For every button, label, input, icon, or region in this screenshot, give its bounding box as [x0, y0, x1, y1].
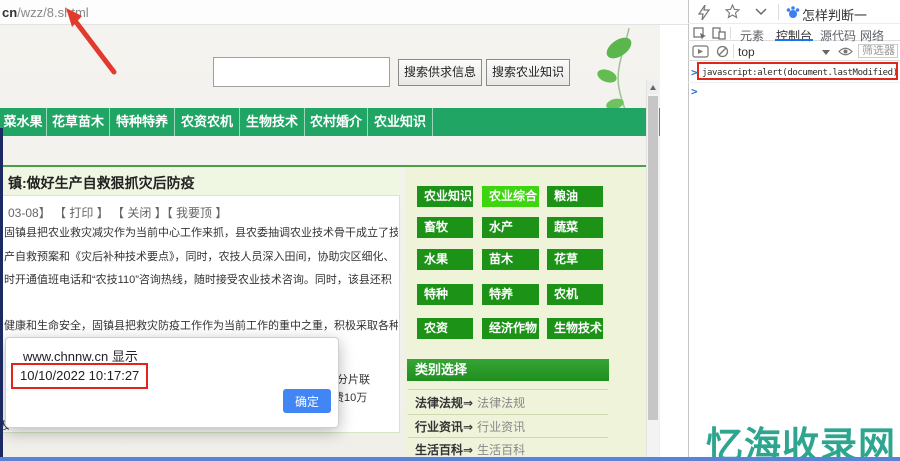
article-meta-actions[interactable]: 03-08】 【 打印 】 【 关闭 】【 我要顶 】: [8, 204, 227, 221]
cat-agri-knowledge[interactable]: 农业知识: [417, 186, 473, 207]
scrollbar-thumb[interactable]: [648, 96, 658, 420]
url-domain-part: cn: [2, 5, 18, 20]
console-input-chevron[interactable]: >: [691, 85, 698, 98]
paw-favicon-icon: [786, 6, 800, 18]
toolbar-separator: [778, 4, 779, 20]
bookmark-star-icon[interactable]: [725, 4, 740, 19]
category-label: 法律法规: [415, 396, 464, 410]
cat-special-breeding[interactable]: 特养: [482, 284, 539, 305]
alert-ok-button[interactable]: 确定: [283, 389, 331, 413]
annotation-red-arrow: [66, 8, 117, 75]
annotation-red-box-console: javascript:alert(document.lastModified): [697, 62, 898, 80]
article-title: 镇:做好生产自救狠抓灾后防疫: [8, 175, 195, 191]
lightning-icon[interactable]: [698, 5, 710, 20]
toolbar-bottom-border: [688, 60, 900, 61]
alert-message-timestamp: 10/10/2022 10:17:27: [20, 368, 140, 383]
cat-biotech[interactable]: 生物技术: [547, 318, 603, 339]
screenshot-root: cn/wzz/8.shtml 搜索供求信息 搜索农业知识 菜水果 花草苗木 特种…: [0, 0, 900, 461]
cat-fruit[interactable]: 水果: [417, 249, 473, 270]
category-select-header: 类别选择: [407, 359, 609, 381]
scrollbar-up-arrow[interactable]: [647, 81, 658, 94]
console-entry-separator: [688, 82, 900, 83]
console-command-text[interactable]: javascript:alert(document.lastModified): [702, 68, 896, 78]
inspect-element-icon[interactable]: [693, 27, 707, 40]
tab-network[interactable]: 网络: [860, 27, 884, 44]
article-line: 时开通值班电话和“农技110”咨询热线，随时接受农业技术咨询。同时，该县还积: [4, 274, 392, 286]
tab-sources[interactable]: 源代码: [820, 27, 856, 44]
alert-dialog: www.chnnw.cn 显示 10/10/2022 10:17:27 确定: [5, 337, 339, 428]
eye-icon[interactable]: [838, 46, 853, 57]
cat-agri-machine[interactable]: 农机: [547, 284, 603, 305]
nav-item-rural-matchmaking[interactable]: 农村婚介: [305, 108, 368, 136]
article-line: 产自救预案和《灾后补种技术要点》，同时，农技人员深入田间，协助灾区细化、: [4, 251, 395, 263]
nav-item-agri-machinery[interactable]: 农资农机: [175, 108, 240, 136]
nav-item-agri-knowledge[interactable]: 农业知识: [368, 108, 433, 136]
cat-agri-general-active[interactable]: 农业综合: [482, 186, 539, 207]
category-label: 生活百科: [415, 443, 464, 457]
main-nav: 菜水果 花草苗木 特种特养 农资农机 生物技术 农村婚介 农业知识: [0, 108, 660, 136]
cat-flowers[interactable]: 花草: [547, 249, 603, 270]
cat-aquaculture[interactable]: 水产: [482, 217, 539, 238]
category-link[interactable]: 法律法规: [477, 396, 525, 410]
toolbar-separator: [733, 44, 734, 58]
bookmark-title[interactable]: 怎样判断一: [802, 5, 900, 24]
left-edge-border: [0, 128, 3, 457]
console-filter-input[interactable]: 筛选器: [858, 44, 898, 58]
nav-item-special-breeding[interactable]: 特种特养: [110, 108, 175, 136]
nav-item-flowers-seedlings[interactable]: 花草苗木: [47, 108, 110, 136]
arrow-icon: ⇒: [463, 443, 474, 457]
article-line: 固镇县把农业救灾减灾作为当前中心工作来抓，县农委抽调农业技术骨干成立了技: [4, 227, 398, 239]
cat-livestock[interactable]: 畜牧: [417, 217, 473, 238]
tab-console[interactable]: 控制台: [776, 27, 812, 44]
list-separator: [408, 389, 608, 390]
category-link[interactable]: 生活百科: [477, 443, 525, 457]
chevron-down-icon[interactable]: [755, 8, 767, 16]
device-toolbar-icon[interactable]: [712, 27, 726, 40]
active-tab-underline: [775, 39, 813, 41]
cat-agri-supplies[interactable]: 农资: [417, 318, 473, 339]
tab-elements[interactable]: 元素: [740, 27, 764, 44]
category-link-law[interactable]: 法律法规⇒ 法律法规: [415, 394, 525, 411]
article-text-fragment: 分片联: [337, 374, 370, 386]
search-supply-button[interactable]: 搜索供求信息: [398, 59, 482, 86]
console-context-selector[interactable]: top: [738, 45, 755, 59]
cat-vegetables[interactable]: 蔬菜: [547, 217, 603, 238]
list-separator: [408, 437, 608, 438]
console-sidebar-icon[interactable]: [692, 45, 709, 58]
context-dropdown-caret-icon[interactable]: [822, 50, 830, 55]
clear-console-icon[interactable]: [716, 45, 729, 58]
cat-grain-oil[interactable]: 粮油: [547, 186, 603, 207]
nav-filler: [433, 108, 660, 136]
search-knowledge-button[interactable]: 搜索农业知识: [486, 59, 570, 86]
cat-special-species[interactable]: 特种: [417, 284, 473, 305]
search-input[interactable]: [213, 57, 390, 87]
nav-item-vegetables-fruit[interactable]: 菜水果: [0, 108, 47, 136]
article-line: 健康和生命安全，固镇县把救灾防疫工作作为当前工作的重中之重，积极采取各种: [4, 320, 398, 332]
toolbar-separator: [730, 27, 731, 39]
bottom-edge-border: [0, 457, 900, 461]
arrow-icon: ⇒: [463, 396, 474, 410]
list-separator: [408, 414, 608, 415]
arrow-icon: ⇒: [463, 420, 474, 434]
category-link[interactable]: 行业资讯: [477, 420, 525, 434]
watermark-text: 忆海收录网: [706, 425, 896, 461]
nav-item-biotech[interactable]: 生物技术: [240, 108, 305, 136]
cat-seedlings[interactable]: 苗木: [482, 249, 539, 270]
category-panel: [405, 167, 658, 455]
category-label: 行业资讯: [415, 420, 464, 434]
cat-cash-crops[interactable]: 经济作物: [482, 318, 539, 339]
annotation-red-box-timestamp: 10/10/2022 10:17:27: [11, 363, 149, 389]
category-link-life-encyclopedia[interactable]: 生活百科⇒ 生活百科: [415, 441, 525, 458]
category-link-industry-news[interactable]: 行业资讯⇒ 行业资讯: [415, 418, 525, 435]
